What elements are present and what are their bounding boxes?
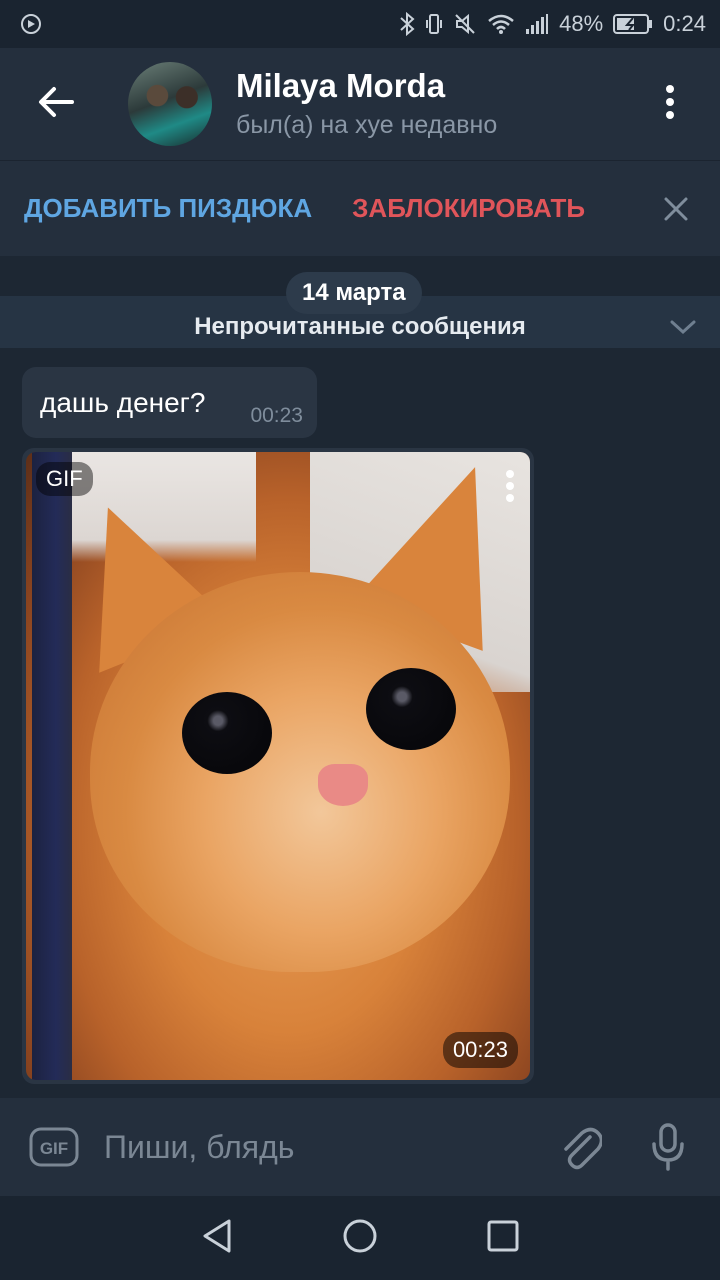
app-notification-icon — [20, 13, 42, 35]
cat-nose — [318, 764, 368, 806]
gif-icon[interactable]: GIF — [28, 1126, 80, 1168]
more-vert-icon — [665, 84, 675, 125]
chat-area[interactable]: Непрочитанные сообщения 14 марта дашь де… — [0, 256, 720, 1098]
add-contact-button[interactable]: ДОБАВИТЬ ПИЗДЮКА — [24, 193, 312, 224]
gif-dark-edge — [32, 452, 72, 1080]
unread-label: Непрочитанные сообщения — [194, 313, 526, 340]
gif-more-icon[interactable] — [500, 466, 520, 506]
avatar[interactable] — [128, 62, 212, 146]
gif-badge: GIF — [36, 462, 93, 496]
contact-info[interactable]: Milaya Morda был(а) на хуе недавно — [236, 66, 620, 142]
system-nav-bar — [0, 1196, 720, 1280]
battery-percent: 48% — [559, 11, 604, 36]
message-composer: GIF — [0, 1098, 720, 1196]
back-arrow-icon — [38, 86, 74, 123]
wifi-icon — [487, 13, 515, 35]
gif-duration: 00:23 — [442, 1032, 518, 1068]
message-time: 00:23 — [250, 404, 303, 427]
mute-icon — [453, 12, 477, 36]
chevron-down-icon[interactable] — [670, 314, 696, 342]
recents-square-icon[interactable] — [486, 1219, 520, 1258]
signal-icon — [525, 13, 549, 35]
gif-message[interactable]: GIF 00:23 — [22, 448, 534, 1084]
cat-head — [90, 572, 510, 972]
vibrate-icon — [425, 12, 443, 36]
message-text: дашь денег? — [40, 387, 206, 418]
back-button[interactable] — [0, 48, 112, 160]
bluetooth-icon — [399, 12, 415, 36]
mic-icon[interactable] — [636, 1115, 700, 1179]
contact-action-bar: ДОБАВИТЬ ПИЗДЮКА ЗАБЛОКИРОВАТЬ — [0, 160, 720, 256]
back-triangle-icon[interactable] — [200, 1218, 234, 1259]
attach-icon[interactable] — [548, 1115, 612, 1179]
message-input[interactable] — [104, 1128, 548, 1166]
cat-eye-right — [366, 668, 456, 750]
svg-text:GIF: GIF — [40, 1139, 68, 1158]
close-icon[interactable] — [658, 191, 694, 227]
battery-icon — [613, 13, 653, 35]
chat-header: Milaya Morda был(а) на хуе недавно — [0, 48, 720, 160]
cat-eye-left — [182, 692, 272, 774]
block-contact-button[interactable]: ЗАБЛОКИРОВАТЬ — [352, 193, 585, 224]
message-bubble[interactable]: дашь денег? 00:23 — [22, 367, 317, 438]
contact-name: Milaya Morda — [236, 67, 446, 104]
contact-status: был(а) на хуе недавно — [236, 111, 498, 139]
home-circle-icon[interactable] — [342, 1218, 378, 1259]
clock: 0:24 — [663, 11, 706, 36]
status-bar: 48% 0:24 — [0, 0, 720, 48]
more-button[interactable] — [620, 48, 720, 160]
date-separator: 14 марта — [286, 272, 422, 314]
gif-image[interactable]: GIF 00:23 — [26, 452, 530, 1080]
